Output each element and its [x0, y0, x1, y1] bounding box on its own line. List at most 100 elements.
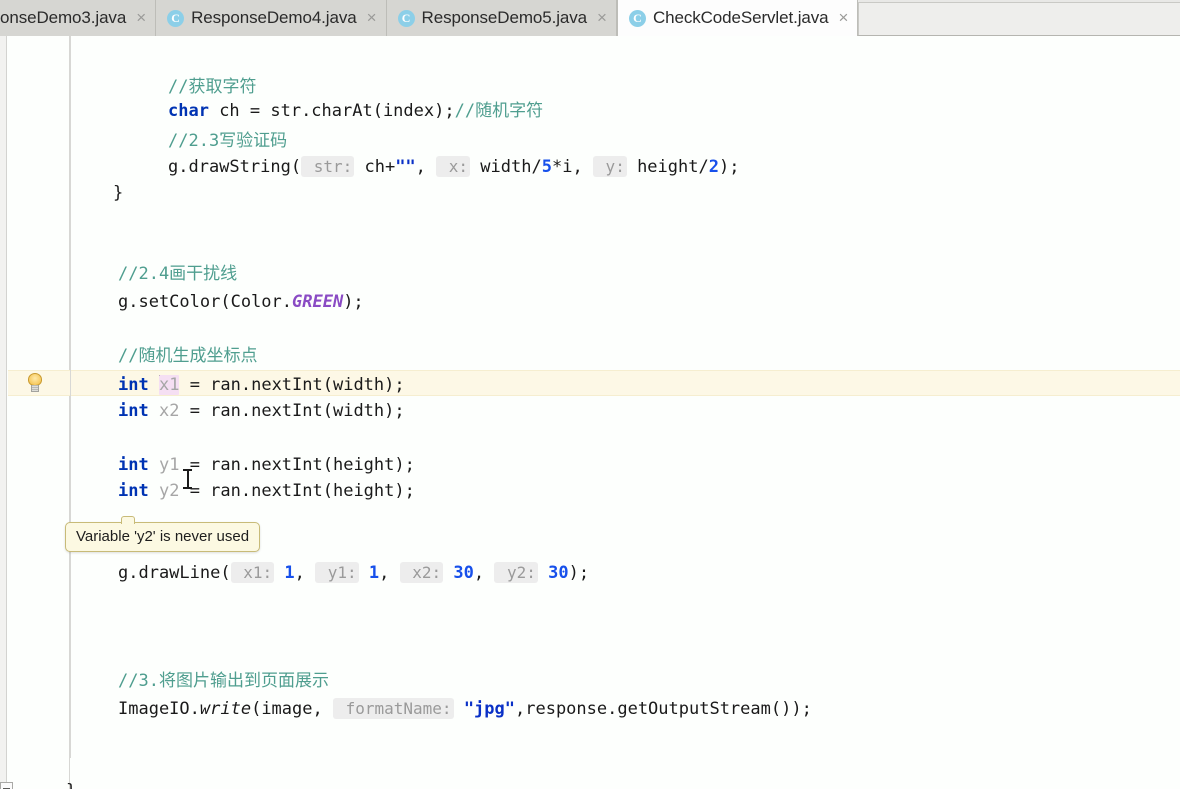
code-token: 1	[284, 563, 295, 583]
code-token: ,	[294, 563, 316, 583]
code-token: x:	[436, 156, 471, 177]
code-token: int	[118, 375, 149, 395]
code-token: ,	[415, 157, 437, 177]
code-token: 30	[548, 563, 569, 583]
code-token: int	[118, 481, 149, 501]
code-token: (image,	[251, 699, 333, 719]
code-token: );	[568, 563, 590, 583]
editor-tab-label: CheckCodeServlet.java	[652, 8, 829, 27]
code-line: int x1 = ran.nextInt(width);	[0, 372, 405, 398]
close-icon[interactable]: ×	[838, 9, 848, 28]
code-line: //随机生成坐标点	[0, 343, 257, 369]
code-text-layer[interactable]: //获取字符 char ch = str.charAt(index);//随机字符…	[0, 36, 1180, 789]
code-line: g.setColor(Color.GREEN);	[0, 289, 364, 315]
code-line: //获取字符	[0, 74, 256, 100]
code-token: formatName:	[332, 698, 454, 719]
editor-tab-label: onseDemo3.java	[0, 8, 127, 27]
editor-tab-responsedemo4[interactable]: C ResponseDemo4.java ×	[156, 0, 387, 36]
code-line: int x2 = ran.nextInt(width);	[0, 398, 405, 424]
code-token: //2.4画干扰线	[118, 264, 238, 284]
inspection-tooltip: Variable 'y2' is never used	[65, 516, 261, 552]
code-token: //2.3写验证码	[168, 131, 288, 151]
code-token: );	[343, 292, 364, 312]
code-token: g.setColor(Color.	[118, 292, 292, 312]
code-token: //3.将图片输出到页面展示	[118, 671, 329, 691]
code-token: write	[199, 699, 252, 719]
editor-tab-bar: onseDemo3.java × C ResponseDemo4.java × …	[0, 0, 1180, 36]
code-token: 1	[368, 563, 380, 583]
code-token: = ran.nextInt(height);	[179, 481, 415, 501]
code-token: str:	[301, 156, 355, 177]
code-token: );	[718, 157, 740, 177]
code-token: //随机字符	[454, 101, 544, 121]
code-token: g.drawString(	[168, 157, 302, 177]
close-icon[interactable]: ×	[136, 9, 146, 28]
code-token: ,response.getOutputStream());	[515, 699, 812, 719]
code-token: x2	[158, 401, 180, 421]
code-token: x2:	[399, 562, 444, 583]
editor-tab-checkcodeservlet[interactable]: C CheckCodeServlet.java ×	[616, 0, 859, 36]
code-token: //随机生成坐标点	[118, 346, 258, 366]
java-class-icon: C	[397, 9, 415, 27]
ibeam-stem	[187, 470, 189, 488]
code-token: }	[113, 183, 124, 203]
code-token: }	[66, 781, 76, 789]
code-token: height/	[626, 157, 709, 177]
close-icon[interactable]: ×	[367, 9, 377, 28]
editor-tab-responsedemo5[interactable]: C ResponseDemo5.java ×	[386, 0, 617, 36]
code-line: ImageIO.write(image, formatName: "jpg",r…	[0, 696, 812, 722]
tab-bar-filler	[858, 2, 1180, 35]
code-token: GREEN	[292, 292, 344, 312]
java-class-icon: C	[167, 9, 185, 27]
code-token: *i,	[551, 157, 593, 177]
code-token: x1:	[230, 562, 275, 583]
code-token: ,	[379, 563, 400, 583]
code-token: y1:	[315, 562, 359, 583]
code-token: width/	[470, 157, 542, 177]
code-token: = ran.nextInt(height);	[179, 455, 415, 475]
code-token: g.drawLine(	[118, 563, 231, 583]
code-line: //2.4画干扰线	[0, 261, 237, 287]
code-line: int y1 = ran.nextInt(height);	[0, 452, 415, 478]
code-token: 2	[708, 157, 719, 177]
code-line: //3.将图片输出到页面展示	[0, 668, 329, 694]
code-token: ""	[395, 157, 416, 177]
code-token: 5	[541, 157, 552, 177]
code-line: g.drawString( str: ch+"", x: width/5*i, …	[0, 154, 739, 180]
code-token: y2	[158, 481, 180, 501]
editor-tab-label: ResponseDemo4.java	[191, 8, 357, 27]
code-token-caret-word: x1	[158, 375, 180, 395]
editor-tab-label: ResponseDemo5.java	[421, 8, 588, 27]
code-token: y1	[158, 455, 180, 475]
code-token: y2:	[494, 562, 538, 583]
inspection-tooltip-text: Variable 'y2' is never used	[76, 528, 250, 545]
close-icon[interactable]: ×	[597, 9, 607, 28]
code-line: char ch = str.charAt(index);//随机字符	[0, 98, 543, 124]
code-token: ImageIO.	[118, 699, 200, 719]
code-line: }	[0, 778, 76, 789]
code-line: }	[0, 180, 123, 206]
java-class-icon: C	[628, 9, 646, 27]
code-token: y:	[592, 156, 627, 177]
code-token: ,	[473, 563, 495, 583]
code-line: g.drawLine( x1: 1, y1: 1, x2: 30, y2: 30…	[0, 560, 589, 586]
code-line: int y2 = ran.nextInt(height);	[0, 478, 415, 504]
ide-editor-window: onseDemo3.java × C ResponseDemo4.java × …	[0, 0, 1180, 789]
code-token: int	[118, 401, 149, 421]
code-token: int	[118, 455, 149, 475]
code-token: ch+	[354, 157, 396, 177]
text-cursor-pointer	[183, 468, 192, 490]
code-token: char	[168, 101, 209, 121]
editor-tab-responsedemo3[interactable]: onseDemo3.java ×	[0, 0, 157, 36]
code-token: 30	[453, 563, 474, 583]
ibeam-bottom-cap	[183, 487, 192, 489]
code-editor-area[interactable]: //获取字符 char ch = str.charAt(index);//随机字符…	[0, 36, 1180, 789]
